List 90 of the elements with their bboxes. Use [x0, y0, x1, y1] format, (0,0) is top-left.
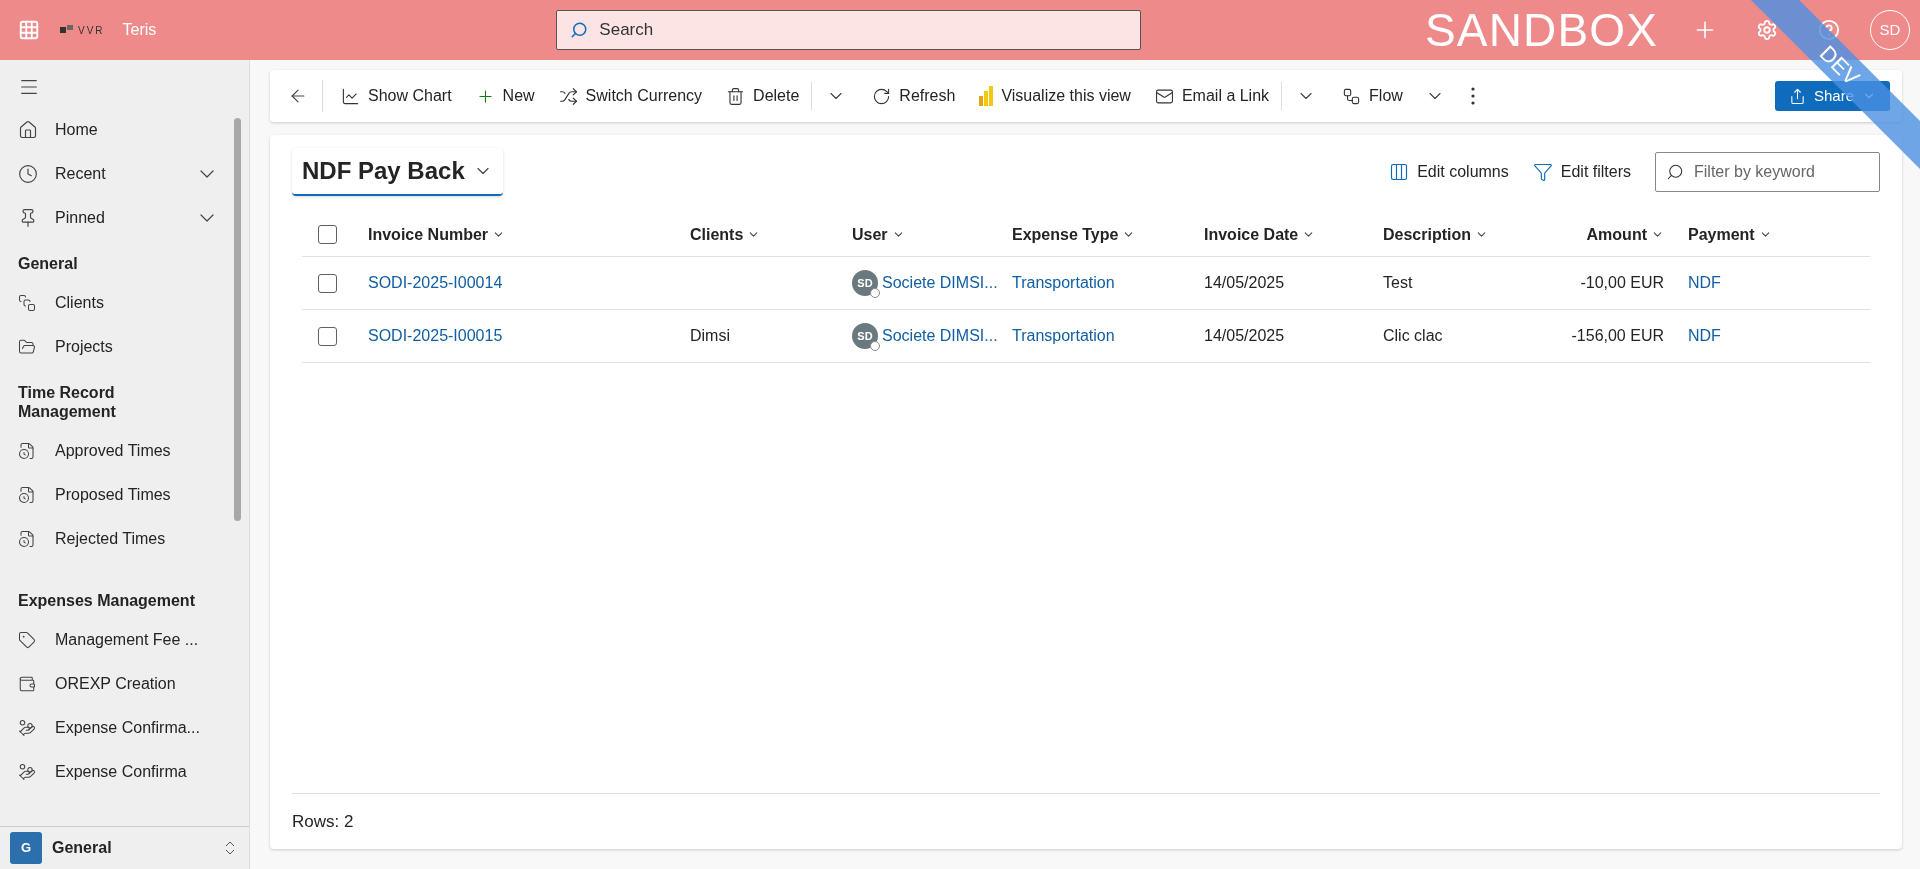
user-avatar: SD — [852, 270, 878, 296]
checkbox[interactable] — [318, 273, 337, 293]
chart-icon — [341, 86, 360, 106]
wallet-icon — [18, 675, 36, 693]
filter-field[interactable]: Filter by keyword — [1655, 152, 1880, 192]
user-link[interactable]: Societe DIMSI... — [882, 324, 998, 348]
environment-label: SANDBOX — [1425, 2, 1658, 58]
nav-item[interactable]: Expense Confirma — [18, 750, 219, 794]
table-cell: -10,00 EUR — [1580, 274, 1664, 291]
nav-item[interactable]: OREXP Creation — [18, 662, 219, 706]
nav-item[interactable]: Rejected Times — [18, 517, 219, 561]
nav-item[interactable]: Expense Confirma... — [18, 706, 219, 750]
logo-mark-icon — [60, 25, 74, 35]
clock-file-icon — [18, 486, 36, 504]
bar-chart-icon — [979, 86, 994, 106]
command-button[interactable]: Email a Link — [1142, 78, 1282, 114]
share-icon — [1788, 87, 1806, 105]
clock-icon — [18, 164, 38, 184]
nav-item[interactable]: Proposed Times — [18, 473, 219, 517]
scrollbar-thumb[interactable] — [234, 118, 241, 521]
nav-item[interactable]: Clients — [18, 281, 219, 325]
logo-text: VVR — [78, 23, 105, 38]
section-heading: Expenses Management — [18, 591, 196, 611]
command-button[interactable]: Delete — [714, 78, 812, 114]
shuffle-icon — [558, 86, 578, 106]
home-icon — [18, 120, 38, 140]
area-switcher[interactable]: G General — [0, 826, 249, 869]
command-button[interactable]: Show Chart — [329, 78, 464, 114]
grid-action[interactable]: Edit filters — [1532, 160, 1631, 184]
nav-item[interactable]: Projects — [18, 325, 219, 369]
column-header[interactable]: Expense Type — [1012, 222, 1136, 247]
column-header[interactable]: Payment — [1688, 222, 1772, 247]
table-cell: 14/05/2025 — [1204, 274, 1285, 291]
record-link[interactable]: NDF — [1688, 274, 1721, 291]
search-icon — [570, 21, 589, 39]
nav-item[interactable]: Approved Times — [18, 429, 219, 473]
section-heading: Time Record Management — [18, 383, 117, 422]
table-cell: Clic clac — [1383, 327, 1443, 344]
app-launcher-icon[interactable] — [18, 19, 40, 41]
hand-coins-icon — [18, 719, 36, 737]
table-cell: 14/05/2025 — [1204, 327, 1285, 344]
trash-icon — [726, 86, 746, 106]
area-badge: G — [10, 832, 42, 864]
nav-item[interactable]: Home — [18, 108, 219, 152]
columns-icon — [1389, 162, 1410, 182]
column-header[interactable]: Invoice Number — [368, 222, 506, 247]
column-header[interactable]: Amount — [1586, 222, 1664, 247]
folder-icon — [18, 338, 36, 356]
command-button[interactable]: Flow — [1330, 78, 1457, 114]
section-heading: General — [18, 254, 79, 274]
cards-icon — [18, 294, 36, 312]
command-button[interactable]: Refresh — [860, 78, 968, 114]
column-header[interactable]: User — [852, 222, 905, 247]
checkbox[interactable] — [318, 326, 337, 346]
clock-file-icon — [18, 530, 36, 548]
record-link[interactable]: Transportation — [1012, 274, 1115, 291]
command-button[interactable]: Switch Currency — [546, 78, 715, 114]
presence-icon — [870, 341, 880, 351]
record-link[interactable]: SODI-2025-I00015 — [368, 327, 503, 344]
nav-item[interactable]: Recent — [18, 152, 219, 196]
flow-icon — [1342, 86, 1362, 106]
command-button[interactable]: Visualize this view — [967, 78, 1143, 114]
filter-icon — [1532, 162, 1553, 182]
row-count: Rows: 2 — [292, 810, 354, 833]
record-link[interactable]: NDF — [1688, 327, 1721, 344]
command-button[interactable]: New — [463, 78, 547, 114]
nav-item[interactable]: Management Fee ... — [18, 618, 219, 662]
column-header[interactable]: Invoice Date — [1204, 222, 1316, 247]
checkbox[interactable] — [318, 225, 337, 244]
refresh-icon — [872, 86, 892, 106]
search-field[interactable]: Search — [556, 10, 1142, 50]
record-link[interactable]: Transportation — [1012, 327, 1115, 344]
grid-action[interactable]: Edit columns — [1389, 160, 1509, 184]
presence-icon — [870, 288, 880, 298]
more-icon — [1470, 87, 1475, 105]
column-header[interactable]: Description — [1383, 222, 1488, 247]
column-header[interactable]: Clients — [690, 222, 761, 247]
nav-item[interactable]: Pinned — [18, 196, 219, 240]
search-icon — [1666, 163, 1684, 181]
record-link[interactable]: SODI-2025-I00014 — [368, 274, 503, 291]
settings-icon[interactable] — [1756, 19, 1778, 41]
user-link[interactable]: Societe DIMSI... — [882, 271, 998, 295]
hand-coins-icon — [18, 763, 36, 781]
tag-icon — [18, 631, 36, 649]
table-cell: Dimsi — [690, 327, 730, 344]
view-selector[interactable]: NDF Pay Back — [292, 148, 503, 196]
table-cell: -156,00 EUR — [1571, 327, 1664, 344]
user-avatar: SD — [852, 323, 878, 349]
table-cell: Test — [1383, 274, 1413, 291]
clock-file-icon — [18, 442, 36, 460]
